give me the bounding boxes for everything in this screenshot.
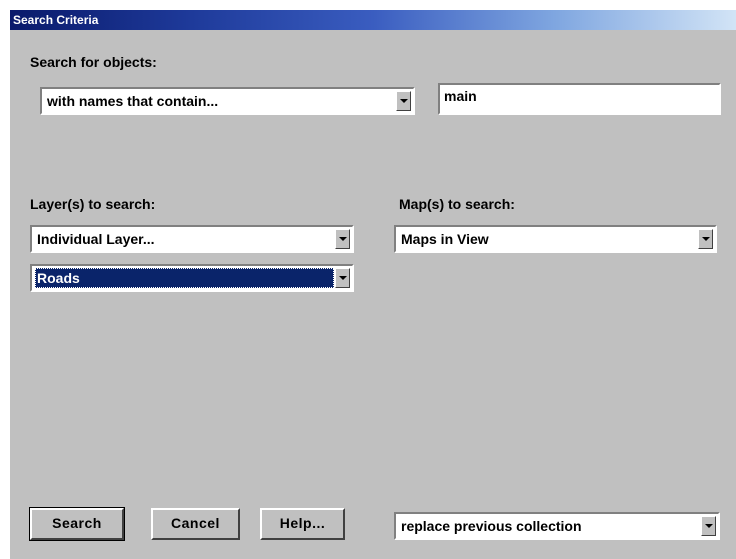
cancel-button[interactable]: Cancel: [151, 508, 240, 540]
search-criteria-dialog: Search Criteria Search for objects: with…: [10, 10, 736, 559]
layers-label: Layer(s) to search:: [30, 196, 156, 212]
map-scope-value: Maps in View: [401, 231, 489, 247]
search-for-label: Search for objects:: [30, 54, 157, 70]
collection-mode-dropdown[interactable]: replace previous collection: [394, 512, 720, 540]
collection-mode-value: replace previous collection: [401, 518, 582, 534]
layer-dropdown[interactable]: Roads: [30, 264, 354, 292]
maps-label: Map(s) to search:: [399, 196, 515, 212]
chevron-down-icon[interactable]: [335, 229, 350, 249]
dialog-title: Search Criteria: [13, 13, 99, 27]
chevron-down-icon[interactable]: [698, 229, 713, 249]
title-bar[interactable]: Search Criteria: [10, 10, 736, 30]
chevron-down-icon[interactable]: [701, 516, 716, 536]
layer-scope-value: Individual Layer...: [37, 231, 155, 247]
map-scope-dropdown[interactable]: Maps in View: [394, 225, 717, 253]
search-query-input[interactable]: main: [438, 83, 721, 115]
search-mode-value: with names that contain...: [47, 93, 219, 109]
layer-scope-dropdown[interactable]: Individual Layer...: [30, 225, 354, 253]
help-button[interactable]: Help...: [260, 508, 345, 540]
chevron-down-icon[interactable]: [396, 91, 411, 111]
search-button[interactable]: Search: [29, 507, 125, 541]
chevron-down-icon[interactable]: [335, 268, 350, 288]
layer-value: Roads: [35, 268, 334, 288]
search-mode-dropdown[interactable]: with names that contain...: [40, 87, 415, 115]
